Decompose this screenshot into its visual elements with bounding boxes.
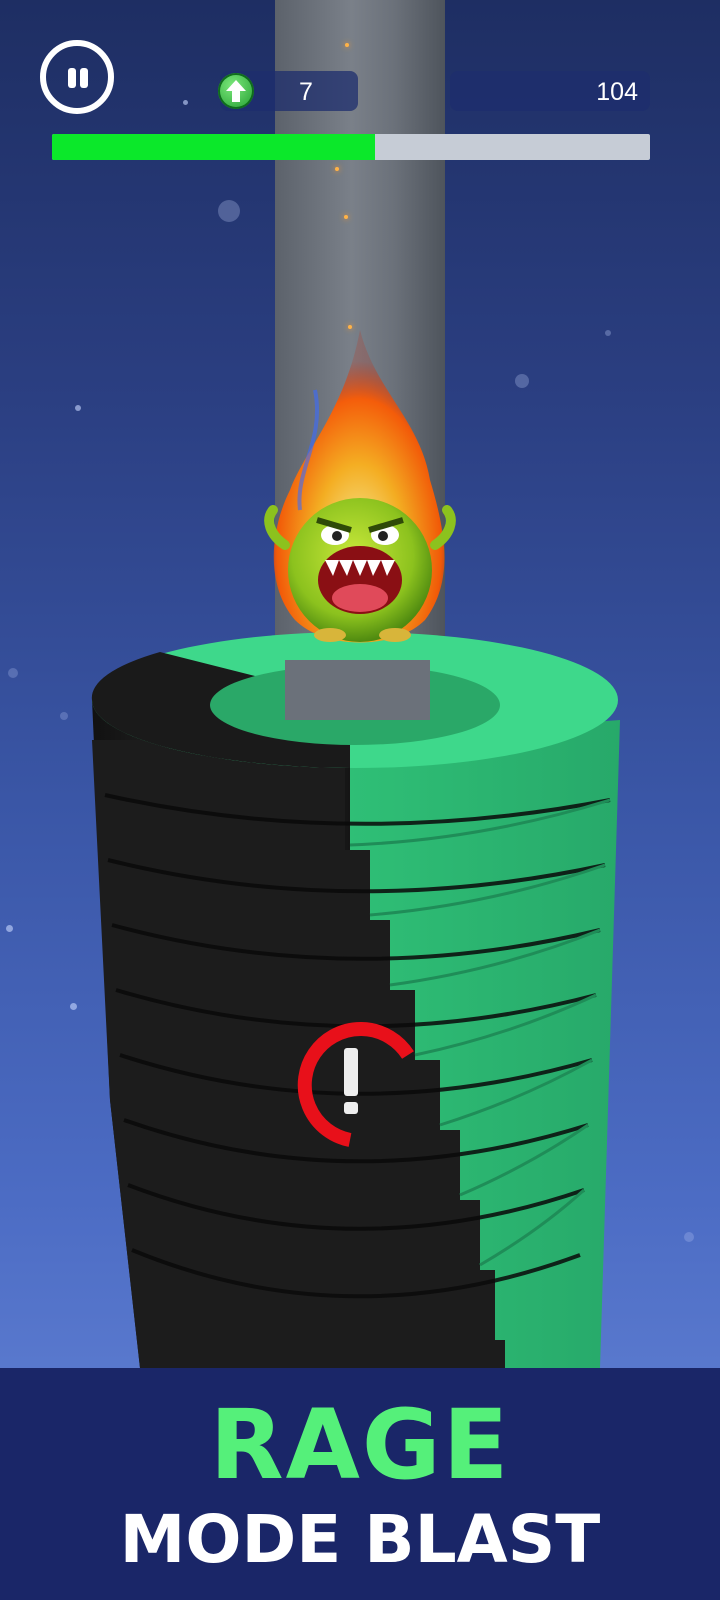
promo-banner: RAGE MODE BLAST	[0, 1368, 720, 1600]
progress-fill	[52, 134, 375, 160]
level-progress-bar	[52, 134, 650, 160]
pause-button[interactable]	[40, 40, 114, 114]
fire-monster-character	[264, 330, 456, 643]
banner-title: RAGE	[209, 1389, 511, 1501]
score-value: 104	[596, 78, 638, 106]
score-counter: 104	[450, 71, 650, 111]
green-up-arrow-icon	[218, 73, 254, 109]
helix-tower	[91, 632, 620, 1368]
banner-subtitle: MODE BLAST	[119, 1501, 601, 1578]
game-scene[interactable]: 7 104	[0, 0, 720, 1368]
level-number: 7	[299, 78, 313, 106]
level-counter: 7	[218, 71, 358, 111]
